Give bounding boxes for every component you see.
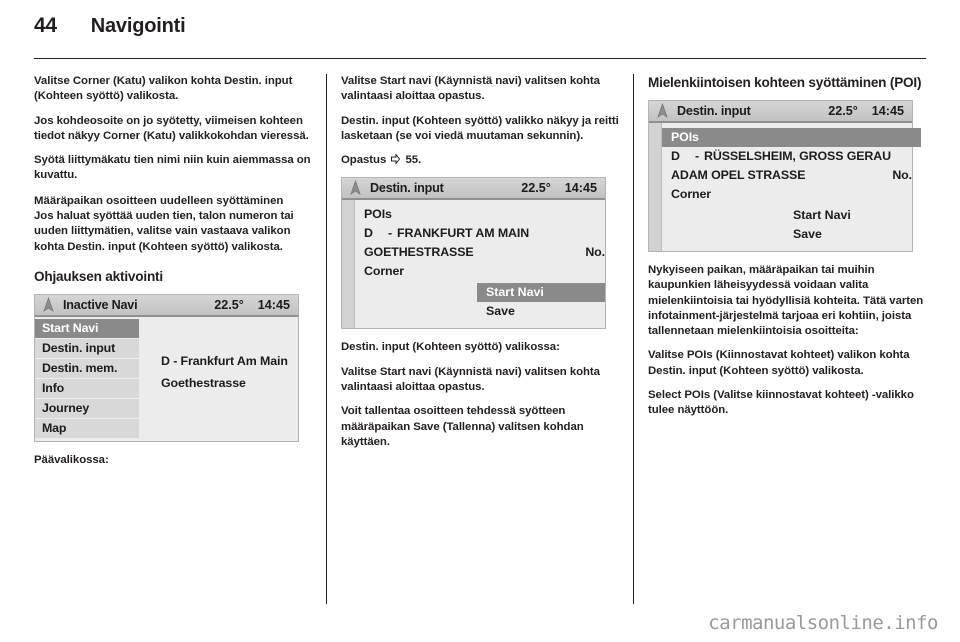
right-paragraph-3: Select POIs (Valitse kiinnostavat kohtee… — [648, 389, 914, 417]
screen-time: 14:45 — [257, 297, 290, 312]
list-item-pois[interactable]: POIs — [662, 128, 921, 147]
screen-destin-input-frankfurt: Destin. input 22.5° 14:45 POIs D - FRANK… — [341, 177, 606, 330]
list-item-city[interactable]: D - RÜSSELSHEIM, GROSS GERAU — [671, 147, 912, 166]
start-navi-button[interactable]: Start Navi — [477, 283, 605, 303]
screen-title: Destin. input — [370, 181, 444, 196]
column-middle: Valitse Start navi (Käynnistä navi) vali… — [341, 74, 619, 604]
left-paragraph-2: Jos kohdeosoite on jo syötetty, viimeise… — [34, 114, 309, 142]
middle-paragraph-1: Valitse Start navi (Käynnistä navi) vali… — [341, 75, 600, 103]
site-watermark: carmanualsonline.info — [708, 612, 938, 634]
screen-status-bar: Destin. input 22.5° 14:45 — [649, 101, 912, 123]
screen-temperature: 22.5° — [521, 181, 551, 196]
city-dash: - — [388, 226, 393, 241]
page-title: Navigointi — [90, 15, 186, 37]
screen-body: Start Navi Destin. input Destin. mem. In… — [35, 316, 298, 441]
screen-status-bar: Inactive Navi 22.5° 14:45 — [35, 294, 298, 317]
screen-title: Destin. input — [677, 104, 751, 118]
screen-scroll-rail[interactable] — [342, 200, 355, 329]
gutter-right — [619, 74, 633, 604]
list-item-city[interactable]: D - FRANKFURT AM MAIN — [364, 224, 605, 243]
menu-item-journey[interactable]: Journey — [35, 398, 139, 419]
list-item-corner[interactable]: Corner — [671, 185, 912, 204]
destination-preview: D - Frankfurt Am Main Goethestrasse — [139, 317, 298, 441]
screen-destin-input-ruesselsheim: Destin. input 22.5° 14:45 POIs D - RÜSSE… — [648, 100, 921, 252]
screen-body: POIs D - FRANKFURT AM MAIN GOETHESTRASSE… — [342, 200, 605, 329]
screen-status-bar: Destin. input 22.5° 14:45 — [342, 178, 605, 201]
menu-item-destin-input[interactable]: Destin. input — [35, 338, 139, 359]
list-item-label: RÜSSELSHEIM, GROSS GERAU — [704, 149, 891, 163]
screen-buttons: Start Navi Save — [364, 283, 605, 321]
cross-reference-icon — [391, 153, 401, 166]
left-section-heading: Ohjauksen aktivointi — [34, 268, 163, 284]
page-number: 44 — [34, 14, 57, 37]
middle-paragraph-4: Destin. input (Kohteen syöttö) valikossa… — [341, 341, 560, 354]
left-paragraph-5: Päävalikossa: — [34, 453, 109, 466]
screen-scroll-rail[interactable] — [649, 123, 662, 251]
list-item-pois[interactable]: POIs — [364, 205, 605, 224]
screen-title: Inactive Navi — [63, 297, 138, 312]
list-item-label: POIs — [364, 207, 392, 222]
menu-item-map[interactable]: Map — [35, 418, 139, 439]
list-item-label: POIs — [671, 130, 699, 144]
city-dash: - — [695, 149, 700, 163]
middle-paragraph-5: Valitse Start navi (Käynnistä navi) vali… — [341, 365, 600, 394]
screen-time: 14:45 — [564, 181, 597, 196]
list-item-street[interactable]: ADAM OPEL STRASSE No. — [671, 166, 912, 185]
destination-city: D - Frankfurt Am Main — [161, 353, 288, 368]
list-item-street[interactable]: GOETHESTRASSE No. — [364, 243, 605, 262]
save-button[interactable]: Save — [784, 225, 912, 244]
left-paragraph-4: Jos haluat syöttää uuden tien, talon num… — [34, 210, 294, 253]
left-paragraph-3: Syötä liittymäkatu tien nimi niin kuin a… — [34, 154, 311, 182]
menu-item-destin-mem[interactable]: Destin. mem. — [35, 358, 139, 379]
row-spacer — [805, 166, 892, 185]
screen-buttons: Start Navi Save — [671, 206, 912, 244]
screen-temperature: 22.5° — [214, 297, 244, 312]
middle-paragraph-6: Voit tallentaa osoitteen tehdessä syötte… — [341, 405, 584, 448]
header-divider — [34, 58, 926, 59]
screen-inactive-navi: Inactive Navi 22.5° 14:45 Start Navi Des… — [34, 293, 299, 442]
start-navi-button[interactable]: Start Navi — [784, 206, 912, 225]
list-item-label: FRANKFURT AM MAIN — [397, 226, 530, 241]
menu-item-info[interactable]: Info — [35, 378, 139, 399]
right-section-heading: Mielenkiintoisen kohteen syöttäminen (PO… — [648, 75, 922, 90]
right-paragraph-2: Valitse POIs (Kiinnostavat kohteet) vali… — [648, 349, 910, 377]
menu-item-start-navi[interactable]: Start Navi — [35, 318, 139, 339]
content-columns: Valitse Corner (Katu) valikon kohta Dest… — [34, 74, 926, 604]
list-item-label: GOETHESTRASSE — [364, 245, 474, 260]
middle-crossref-label: Opastus — [341, 154, 387, 167]
destination-street: Goethestrasse — [161, 375, 246, 390]
screen-time: 14:45 — [871, 104, 904, 118]
list-item-corner[interactable]: Corner — [364, 262, 605, 281]
manual-page: 44 Navigointi Valitse Corner (Katu) vali… — [0, 0, 960, 642]
gutter-left — [312, 74, 326, 604]
middle-crossref-page: 55. — [405, 154, 422, 167]
row-spacer — [474, 243, 586, 262]
list-item-label: ADAM OPEL STRASSE — [671, 168, 806, 182]
destin-input-list: POIs D - FRANKFURT AM MAIN GOETHESTRASSE… — [355, 200, 614, 328]
save-button[interactable]: Save — [477, 302, 605, 321]
navi-main-menu: Start Navi Destin. input Destin. mem. In… — [35, 316, 139, 441]
left-subheading-1: Määräpaikan osoitteen uudelleen syöttämi… — [34, 194, 284, 207]
navigation-arrow-icon — [41, 296, 56, 313]
navigation-arrow-icon — [655, 103, 670, 119]
column-right: Mielenkiintoisen kohteen syöttäminen (PO… — [648, 74, 926, 604]
list-item-label: Corner — [671, 187, 712, 201]
navigation-arrow-icon — [348, 180, 363, 196]
country-code: D — [364, 226, 373, 241]
gutter-left-2 — [327, 74, 341, 604]
gutter-right-2 — [634, 74, 648, 604]
destin-input-list: POIs D - RÜSSELSHEIM, GROSS GERAU ADAM O… — [662, 123, 921, 251]
house-number-label[interactable]: No. — [892, 166, 912, 185]
middle-paragraph-2: Destin. input (Kohteen syöttö) valikko n… — [341, 114, 619, 142]
page-header: 44 Navigointi — [34, 14, 924, 38]
column-left: Valitse Corner (Katu) valikon kohta Dest… — [34, 74, 312, 604]
screen-body: POIs D - RÜSSELSHEIM, GROSS GERAU ADAM O… — [649, 123, 921, 251]
middle-paragraph-3: Opastus 55. — [341, 153, 619, 168]
right-paragraph-1: Nykyiseen paikan, määräpaikan tai muihin… — [648, 264, 924, 338]
list-item-label: Corner — [364, 264, 405, 279]
house-number-label[interactable]: No. — [585, 243, 605, 262]
left-paragraph-1: Valitse Corner (Katu) valikon kohta Dest… — [34, 75, 293, 103]
country-code: D — [671, 149, 680, 163]
screen-temperature: 22.5° — [828, 104, 858, 118]
